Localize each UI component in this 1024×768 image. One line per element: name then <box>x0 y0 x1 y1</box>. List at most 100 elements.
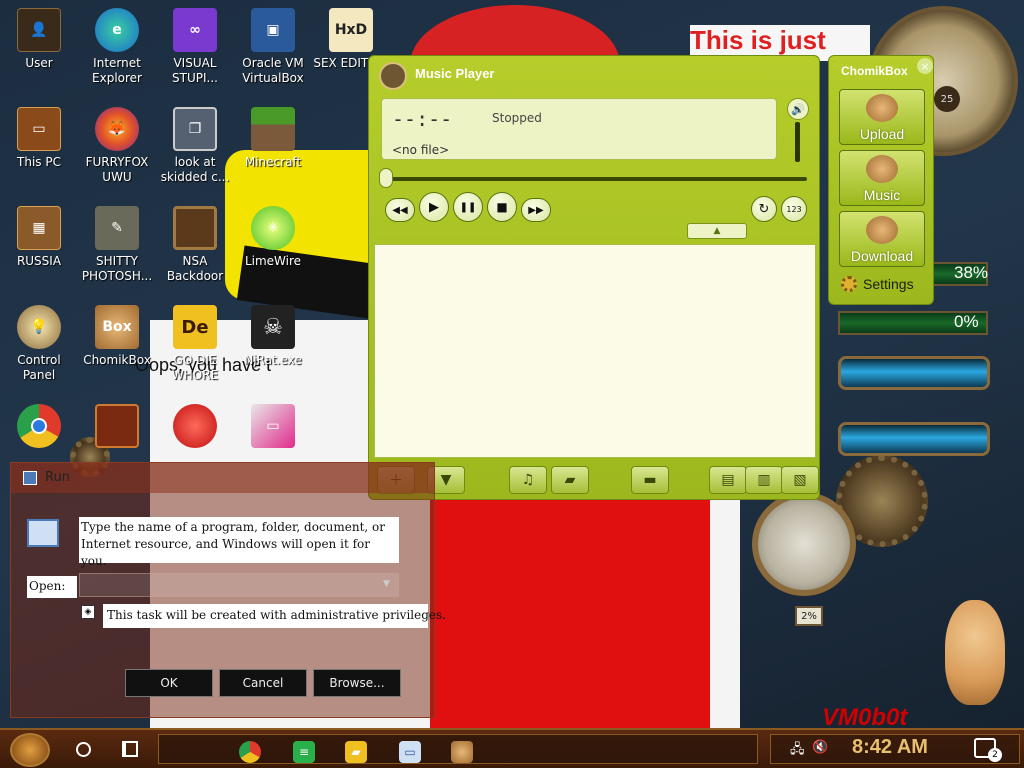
steampunk-tube-1 <box>838 356 990 390</box>
desktop-icon-visual-studio[interactable]: ∞ VISUAL STUPI... <box>156 8 234 86</box>
run-taskbar-icon[interactable]: ▭ <box>399 741 421 763</box>
chrome-icon <box>17 404 61 448</box>
desktop-icon-njrat[interactable]: ☠ NjRat.exe <box>234 305 312 368</box>
music-player-window: Music Player --:-- Stopped <no file> 🔊 ◀… <box>368 55 820 500</box>
monitor-icon: ▭ <box>251 404 295 448</box>
chomikbox-panel: ChomikBox × Upload Music Download Settin… <box>828 55 934 305</box>
network-icon[interactable]: 🖧 <box>790 740 805 762</box>
seek-handle[interactable] <box>379 168 393 188</box>
chomikbox-title: ChomikBox <box>841 64 908 78</box>
start-button[interactable] <box>10 733 50 767</box>
desktop-icon-label: NjRat.exe <box>244 353 302 367</box>
pressure-gauge-widget <box>752 492 856 596</box>
edge-icon: e <box>95 8 139 52</box>
desktop-icon-internet-explorer[interactable]: e Internet Explorer <box>78 8 156 86</box>
gear-icon <box>841 276 857 292</box>
track-display: --:-- Stopped <no file> <box>381 98 777 160</box>
settings-label: Settings <box>863 276 914 292</box>
play-button[interactable]: ▶ <box>419 192 449 222</box>
de-icon: De <box>173 305 217 349</box>
save-playlist-button[interactable]: ▥ <box>745 466 783 494</box>
chrome-taskbar-icon[interactable] <box>239 741 261 763</box>
search-icon[interactable] <box>76 742 91 757</box>
desktop-icon-label: User <box>25 56 53 70</box>
run-description: Type the name of a program, folder, docu… <box>79 517 399 568</box>
close-icon[interactable]: × <box>917 58 933 74</box>
add-playlist-icon: ♫ <box>521 472 535 488</box>
pause-button[interactable]: ❚❚ <box>453 192 483 222</box>
desktop-icon-partial-2[interactable] <box>156 404 234 448</box>
seek-bar[interactable] <box>385 177 807 181</box>
desktop-icon-chrome[interactable] <box>0 404 78 448</box>
run-icon <box>23 471 37 485</box>
pressure-value: 2% <box>795 606 823 626</box>
forward-button[interactable]: ▶▶ <box>521 198 551 222</box>
stop-button[interactable]: ■ <box>487 192 517 222</box>
volume-slider[interactable] <box>795 122 800 162</box>
settings-button[interactable]: Settings <box>841 276 914 292</box>
desktop-icon-russia[interactable]: ▦ RUSSIA <box>0 206 78 269</box>
rewind-button[interactable]: ◀◀ <box>385 198 415 222</box>
skull-icon: ☠ <box>251 305 295 349</box>
open-input[interactable] <box>79 573 399 597</box>
playlist-toggle-button[interactable]: ▲ <box>687 223 747 239</box>
cancel-button[interactable]: Cancel <box>219 669 307 697</box>
upload-label: Upload <box>859 126 905 142</box>
desktop-icon-partial-1[interactable] <box>78 404 156 448</box>
add-playlist-button[interactable]: ♫ <box>509 466 547 494</box>
desktop-icon-go-die[interactable]: De GO DIE WHORE <box>156 305 234 383</box>
desktop-icon-firefox[interactable]: 🦊 FURRYFOX UWU <box>78 107 156 185</box>
repeat-button[interactable]: ↻ <box>751 196 777 222</box>
desktop-icon-label: FURRYFOX UWU <box>85 155 149 184</box>
hamster-image <box>945 600 1005 705</box>
playlist-area[interactable] <box>374 244 816 458</box>
music-button[interactable]: Music <box>839 150 925 206</box>
file-explorer-icon[interactable]: ▰ <box>345 741 367 763</box>
volume-icon[interactable]: 🔊 <box>787 98 809 120</box>
visual-studio-icon: ∞ <box>173 8 217 52</box>
desktop-icon-label: Oracle VM VirtualBox <box>242 56 304 85</box>
download-button[interactable]: Download <box>839 211 925 267</box>
notification-icon[interactable]: 2 <box>974 738 1002 762</box>
frame-icon <box>173 206 217 250</box>
chomikbox-taskbar-icon[interactable] <box>451 741 473 763</box>
chevron-down-icon[interactable]: ▼ <box>383 579 390 589</box>
steampunk-tube-2 <box>838 422 990 456</box>
limewire-icon: ✳ <box>251 206 295 250</box>
desktop-icon-label: Internet Explorer <box>92 56 142 85</box>
browse-button[interactable]: Browse... <box>313 669 401 697</box>
desktop-icon-control-panel[interactable]: 💡 Control Panel <box>0 305 78 383</box>
desktop-icon-this-pc[interactable]: ▭ This PC <box>0 107 78 170</box>
music-label: Music <box>863 187 901 203</box>
track-filename: <no file> <box>392 143 450 157</box>
desktop-icon-label: LimeWire <box>244 254 302 268</box>
run-dialog-title: Run <box>45 470 70 485</box>
desktop-icon-label: RUSSIA <box>16 254 62 268</box>
export-playlist-button[interactable]: ▧ <box>781 466 819 494</box>
desktop-icon-gimp[interactable]: ✎ SHITTY PHOTOSH... <box>78 206 156 284</box>
desktop-icon-skidded[interactable]: ❐ look at skidded c... <box>156 107 234 185</box>
desktop-icon-partial-3[interactable]: ▭ <box>234 404 312 448</box>
desktop-icon-label: VISUAL STUPI... <box>172 56 218 85</box>
playback-status: Stopped <box>492 111 542 125</box>
desktop-icon-nsa-backdoor[interactable]: NSA Backdoor <box>156 206 234 284</box>
notes-taskbar-icon[interactable]: ≡ <box>293 741 315 763</box>
add-folder-button[interactable]: ▰ <box>551 466 589 494</box>
desktop-icon-user[interactable]: 👤 User <box>0 8 78 71</box>
taskbar-clock[interactable]: 8:42 AM <box>852 736 928 759</box>
ok-button[interactable]: OK <box>125 669 213 697</box>
desktop-icon-chomikbox[interactable]: Box ChomikBox <box>78 305 156 368</box>
music-player-title: Music Player <box>415 66 495 81</box>
desktop-icon-limewire[interactable]: ✳ LimeWire <box>234 206 312 269</box>
open-playlist-button[interactable]: ▤ <box>709 466 747 494</box>
remove-button[interactable]: ▬ <box>631 466 669 494</box>
upload-button[interactable]: Upload <box>839 89 925 145</box>
volume-muted-icon[interactable]: 🔇 <box>812 740 828 755</box>
wallpaper-banner-text: This is just <box>690 25 826 55</box>
desktop-icon-virtualbox[interactable]: ▣ Oracle VM VirtualBox <box>234 8 312 86</box>
desktop-icon-minecraft[interactable]: Minecraft <box>234 107 312 170</box>
task-view-icon[interactable] <box>122 741 138 757</box>
minecraft-icon <box>251 107 295 151</box>
export-icon: ▧ <box>793 472 807 488</box>
shuffle-button[interactable]: 123 <box>781 196 807 222</box>
